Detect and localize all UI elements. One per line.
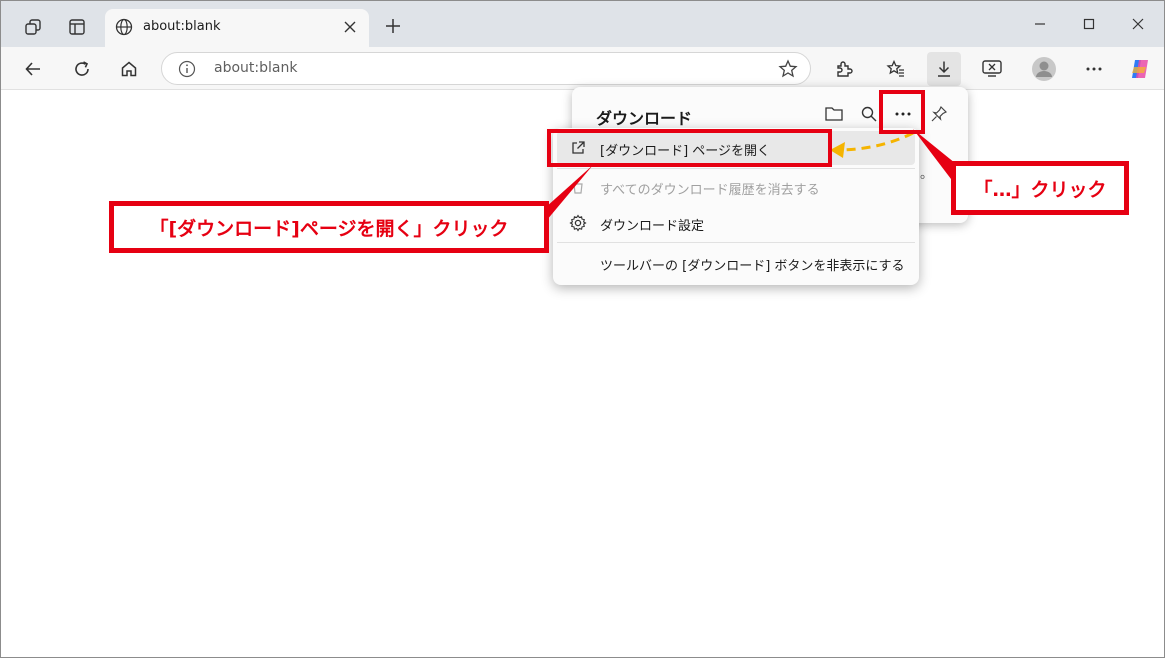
highlight-more-options	[879, 90, 925, 134]
callout-more-options: 「…」クリック	[951, 161, 1129, 215]
callout-text: 「…」クリック	[973, 178, 1107, 201]
callout-text: 「[ダウンロード]ページを開く」クリック	[149, 217, 509, 240]
highlight-open-page-item	[547, 129, 832, 167]
annotation-overlay	[531, 129, 971, 239]
callout-open-downloads-page: 「[ダウンロード]ページを開く」クリック	[109, 201, 549, 253]
browser-window: about:blank about:blank ダウンロード 。 [ダウンロード…	[0, 0, 1165, 658]
